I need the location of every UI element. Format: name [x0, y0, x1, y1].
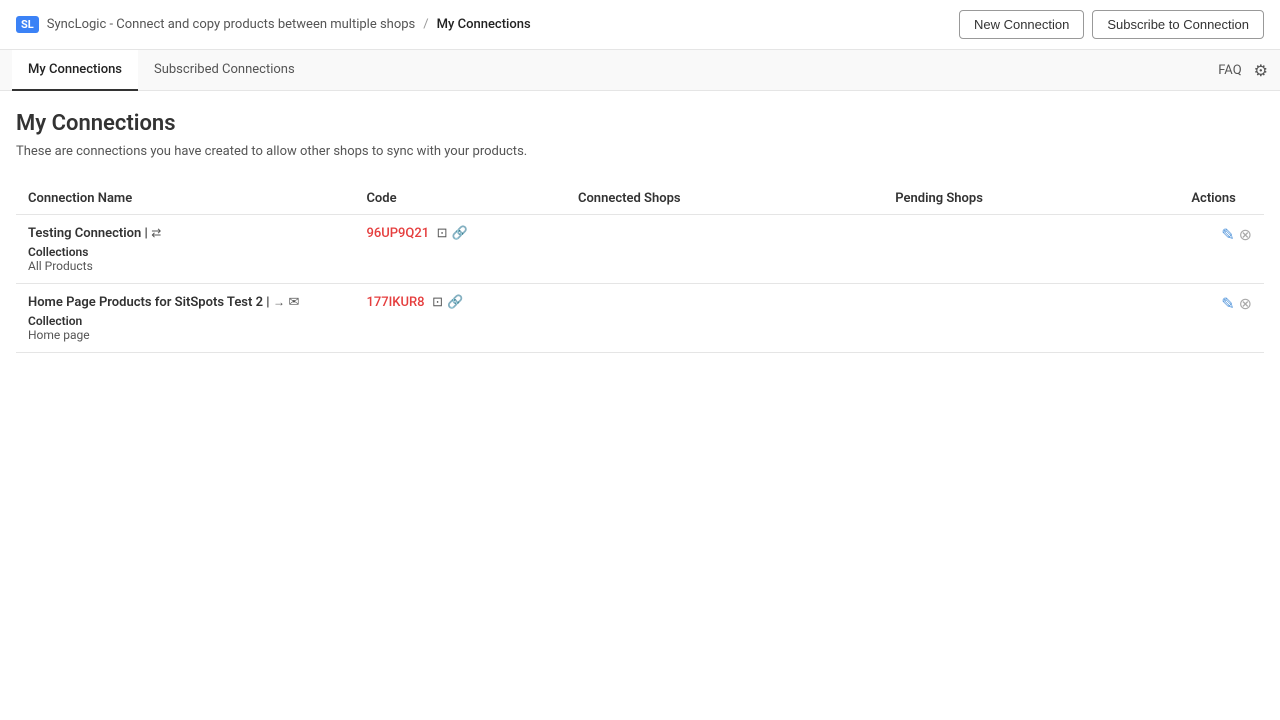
- copy-icon[interactable]: ⊡: [437, 226, 448, 241]
- cancel-icon[interactable]: ⊗: [1239, 294, 1252, 313]
- breadcrumb-separator: /: [423, 17, 428, 32]
- col-header-pending-shops: Pending Shops: [883, 183, 1179, 215]
- table-row: Home Page Products for SitSpots Test 2 |…: [16, 284, 1264, 353]
- code-cell: 177IKUR8 ⊡ 🔗: [354, 284, 566, 353]
- edit-icon[interactable]: ✎: [1221, 225, 1234, 244]
- table-header-row: Connection Name Code Connected Shops Pen…: [16, 183, 1264, 215]
- connected-shops-cell: [566, 215, 883, 284]
- col-header-code: Code: [354, 183, 566, 215]
- cancel-icon[interactable]: ⊗: [1239, 225, 1252, 244]
- code-copy-icons: ⊡ 🔗: [437, 226, 468, 241]
- gear-icon[interactable]: ⚙: [1254, 61, 1268, 80]
- table-row: Testing Connection | ⇄ Collections All P…: [16, 215, 1264, 284]
- page-title: My Connections: [16, 111, 1264, 136]
- app-title: SyncLogic - Connect and copy products be…: [47, 17, 416, 32]
- edit-icon[interactable]: ✎: [1221, 294, 1234, 313]
- main-content: My Connections These are connections you…: [0, 91, 1280, 373]
- connection-name-cell: Testing Connection | ⇄ Collections All P…: [16, 215, 354, 284]
- connection-name-cell: Home Page Products for SitSpots Test 2 |…: [16, 284, 354, 353]
- connection-code: 177IKUR8: [366, 295, 424, 310]
- tab-actions: FAQ ⚙: [1218, 61, 1280, 80]
- pending-shops-cell: [883, 215, 1179, 284]
- breadcrumb-current: My Connections: [437, 17, 531, 32]
- code-copy-icons: ⊡ 🔗: [432, 295, 463, 310]
- link-icon[interactable]: 🔗: [452, 226, 468, 241]
- connection-sub-value: All Products: [28, 259, 342, 273]
- tabs-bar: My Connections Subscribed Connections FA…: [0, 50, 1280, 91]
- header-actions: New Connection Subscribe to Connection: [959, 10, 1264, 39]
- col-header-connected-shops: Connected Shops: [566, 183, 883, 215]
- faq-link[interactable]: FAQ: [1218, 63, 1241, 78]
- code-cell: 96UP9Q21 ⊡ 🔗: [354, 215, 566, 284]
- page-description: These are connections you have created t…: [16, 144, 1264, 159]
- link-icon[interactable]: 🔗: [447, 295, 463, 310]
- tab-subscribed-connections[interactable]: Subscribed Connections: [138, 50, 311, 91]
- email-icon: ✉: [288, 295, 299, 310]
- connections-table: Connection Name Code Connected Shops Pen…: [16, 183, 1264, 353]
- connection-name: Home Page Products for SitSpots Test 2 |: [28, 295, 270, 310]
- sync-icon: ⇄: [151, 226, 161, 240]
- col-header-connection-name: Connection Name: [16, 183, 354, 215]
- actions-cell: ✎ ⊗: [1179, 284, 1264, 353]
- subscribe-connection-button[interactable]: Subscribe to Connection: [1092, 10, 1264, 39]
- col-header-actions: Actions: [1179, 183, 1264, 215]
- tab-my-connections[interactable]: My Connections: [12, 50, 138, 91]
- new-connection-button[interactable]: New Connection: [959, 10, 1084, 39]
- header: SL SyncLogic - Connect and copy products…: [0, 0, 1280, 50]
- copy-icon[interactable]: ⊡: [432, 295, 443, 310]
- connection-sub-value: Home page: [28, 328, 342, 342]
- connection-sub-label: Collections: [28, 245, 342, 259]
- connection-code: 96UP9Q21: [366, 226, 429, 241]
- arrow-icon: →: [273, 295, 285, 309]
- pending-shops-cell: [883, 284, 1179, 353]
- logo-badge: SL: [16, 16, 39, 33]
- connected-shops-cell: [566, 284, 883, 353]
- actions-cell: ✎ ⊗: [1179, 215, 1264, 284]
- app-logo-title: SL SyncLogic - Connect and copy products…: [16, 16, 959, 33]
- connection-name: Testing Connection |: [28, 226, 148, 241]
- connection-sub-label: Collection: [28, 314, 342, 328]
